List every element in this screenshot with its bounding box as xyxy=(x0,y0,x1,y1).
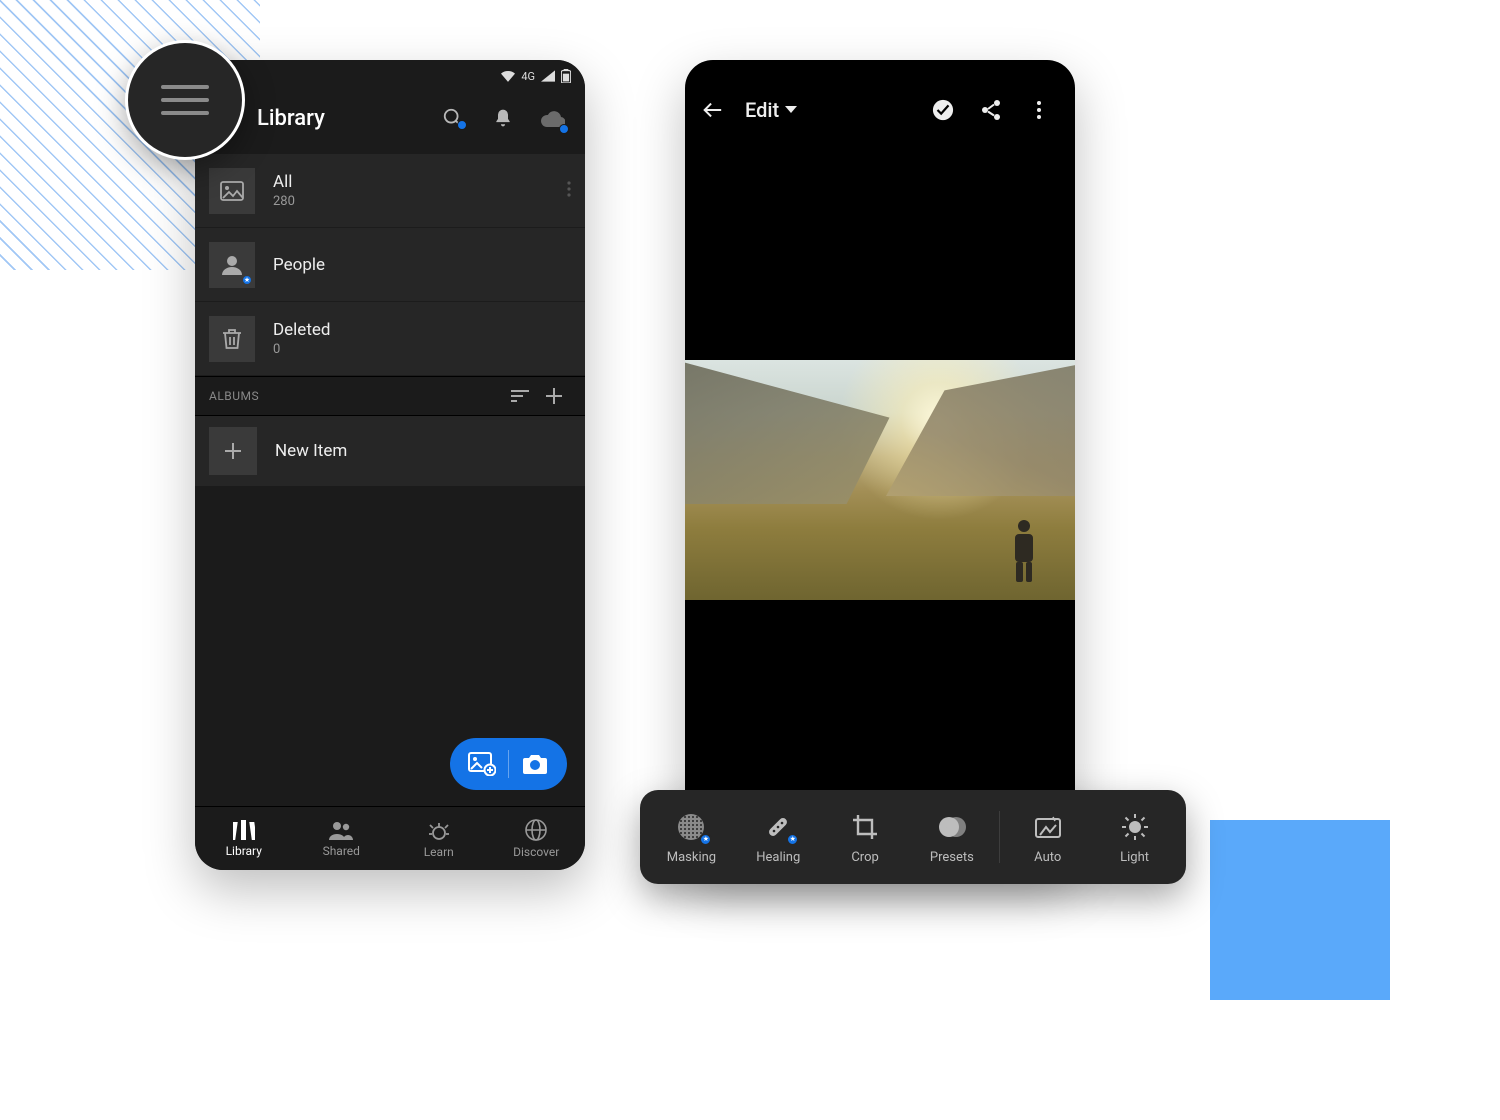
masking-icon xyxy=(674,810,708,844)
edit-title: Edit xyxy=(745,98,779,122)
deleted-row[interactable]: Deleted 0 xyxy=(195,302,585,376)
nav-label: Shared xyxy=(323,844,360,858)
edit-canvas[interactable] xyxy=(685,140,1075,870)
tool-label: Light xyxy=(1120,850,1149,865)
albums-label: ALBUMS xyxy=(209,389,259,403)
edit-title-dropdown[interactable]: Edit xyxy=(745,98,797,122)
presets-icon xyxy=(935,810,969,844)
healing-icon xyxy=(761,810,795,844)
tool-label: Crop xyxy=(851,850,878,865)
camera-icon[interactable] xyxy=(513,742,557,786)
photo-preview xyxy=(685,360,1075,600)
auto-icon xyxy=(1031,810,1065,844)
toolbar-separator xyxy=(999,811,1000,863)
hamburger-icon xyxy=(161,85,209,115)
row-label: People xyxy=(273,255,325,275)
tool-label: Presets xyxy=(930,850,974,865)
trash-icon xyxy=(209,316,255,362)
add-album-icon[interactable] xyxy=(537,388,571,404)
people-row[interactable]: ★ People xyxy=(195,228,585,302)
light-icon xyxy=(1118,810,1152,844)
nav-shared[interactable]: Shared xyxy=(293,807,391,870)
notification-dot xyxy=(457,120,467,130)
sync-dot xyxy=(559,124,569,134)
plus-icon xyxy=(209,427,257,475)
chevron-down-icon xyxy=(785,106,797,114)
people-icon: ★ xyxy=(209,242,255,288)
nav-library[interactable]: Library xyxy=(195,807,293,870)
back-icon[interactable] xyxy=(701,99,737,121)
fab-divider xyxy=(508,750,509,778)
tool-label: Healing xyxy=(756,850,800,865)
library-folders: All 280 ★ People xyxy=(195,154,585,376)
tool-crop[interactable]: Crop xyxy=(822,810,909,865)
edit-toolbar: Masking Healing Crop Presets Auto Light xyxy=(640,790,1186,884)
bottom-nav: Library Shared Learn Discover xyxy=(195,806,585,870)
share-icon[interactable] xyxy=(971,99,1011,121)
battery-icon xyxy=(561,69,571,83)
new-item-row[interactable]: New Item xyxy=(195,416,585,486)
edit-screen: Edit xyxy=(685,60,1075,870)
all-photos-row[interactable]: All 280 xyxy=(195,154,585,228)
signal-icon xyxy=(541,70,555,82)
edit-header: Edit xyxy=(685,80,1075,140)
library-screen: 4G Library All xyxy=(195,60,585,870)
nav-label: Discover xyxy=(513,845,559,859)
add-image-icon[interactable] xyxy=(460,742,504,786)
row-label: New Item xyxy=(275,441,347,461)
tool-healing[interactable]: Healing xyxy=(735,810,822,865)
sort-icon[interactable] xyxy=(503,389,537,403)
tool-masking[interactable]: Masking xyxy=(648,810,735,865)
tool-presets[interactable]: Presets xyxy=(908,810,995,865)
tool-label: Auto xyxy=(1034,850,1061,865)
row-count: 0 xyxy=(273,342,330,357)
nav-discover[interactable]: Discover xyxy=(488,807,586,870)
cloud-icon[interactable] xyxy=(533,98,573,138)
decorative-blue-square xyxy=(1210,820,1390,1000)
notifications-icon[interactable] xyxy=(483,98,523,138)
more-icon[interactable] xyxy=(567,181,571,201)
approve-icon[interactable] xyxy=(923,99,963,121)
tool-auto[interactable]: Auto xyxy=(1004,810,1091,865)
network-label: 4G xyxy=(521,70,535,83)
search-icon[interactable] xyxy=(433,98,473,138)
row-label: Deleted xyxy=(273,320,330,340)
library-header: Library xyxy=(195,88,585,148)
tool-label: Masking xyxy=(667,850,716,865)
albums-section-header: ALBUMS xyxy=(195,376,585,416)
crop-icon xyxy=(848,810,882,844)
row-label: All xyxy=(273,172,295,192)
nav-label: Library xyxy=(226,844,262,858)
nav-learn[interactable]: Learn xyxy=(390,807,488,870)
add-photo-fab[interactable] xyxy=(450,738,567,790)
hamburger-menu-button[interactable] xyxy=(125,40,245,160)
image-icon xyxy=(209,168,255,214)
nav-label: Learn xyxy=(424,845,454,859)
wifi-icon xyxy=(501,70,515,82)
tool-light[interactable]: Light xyxy=(1091,810,1178,865)
more-icon[interactable] xyxy=(1019,101,1059,119)
row-count: 280 xyxy=(273,194,295,209)
status-bar: 4G xyxy=(195,60,585,88)
